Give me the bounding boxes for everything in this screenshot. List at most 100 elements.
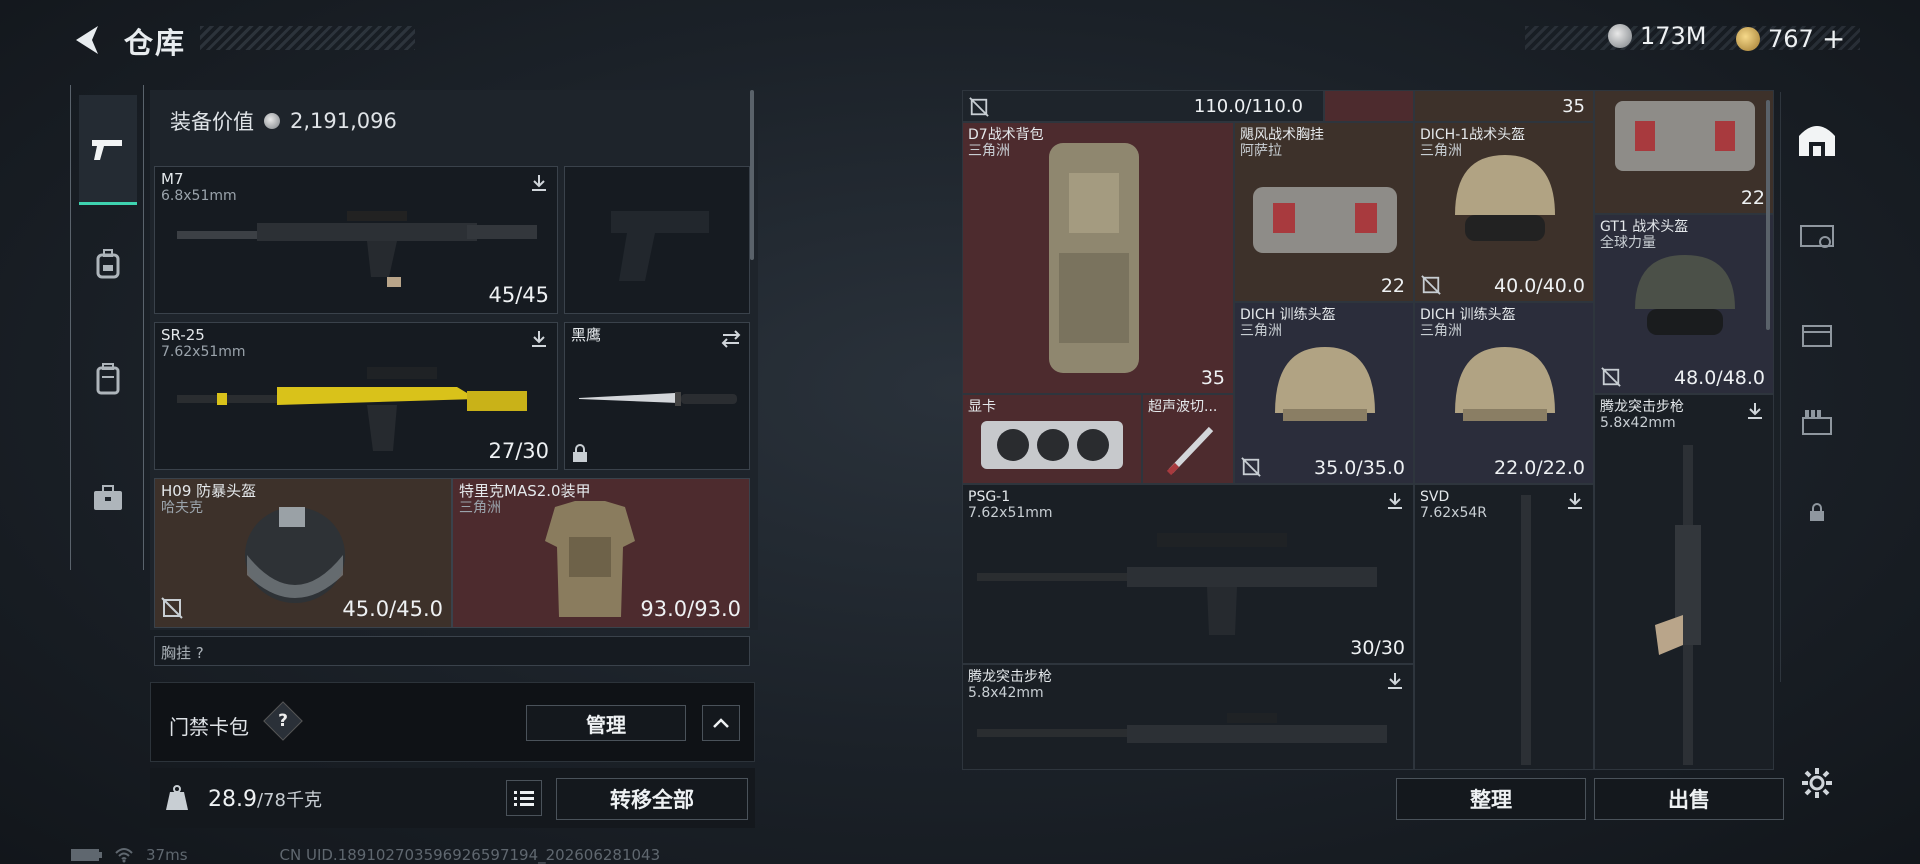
slot-count: 27/30 bbox=[488, 439, 549, 463]
item-count: 35 bbox=[1200, 367, 1225, 389]
no-repair-icon bbox=[1601, 367, 1621, 387]
storage-item-rifle-tenglong[interactable]: 腾龙突击步枪 5.8x42mm bbox=[962, 664, 1414, 770]
pistol-icon bbox=[92, 139, 122, 160]
currency-gold[interactable]: 767 + bbox=[1736, 22, 1845, 55]
help-text: ? bbox=[278, 711, 288, 731]
storage-item-helmet-training-2[interactable]: DICH 训练头盔 三角洲 22.0/22.0 bbox=[1414, 302, 1594, 484]
lock-icon bbox=[573, 444, 587, 462]
slot-melee[interactable]: 黑鹰 bbox=[564, 322, 750, 470]
storage-item-rifle-tenglong-vertical[interactable]: 腾龙突击步枪 5.8x42mm bbox=[1594, 394, 1774, 770]
collapse-button[interactable] bbox=[702, 705, 740, 741]
slot-count: 45/45 bbox=[488, 283, 549, 307]
slot-count: 45.0/45.0 bbox=[342, 597, 443, 621]
manage-button[interactable]: 管理 bbox=[526, 705, 686, 741]
swap-icon[interactable] bbox=[721, 329, 741, 349]
item-name: GT1 战术头盔 bbox=[1600, 219, 1689, 235]
add-currency-button[interactable]: + bbox=[1822, 22, 1845, 55]
helmet-image bbox=[1635, 255, 1735, 335]
slot-sub: 三角洲 bbox=[459, 500, 501, 516]
item-sub: 5.8x42mm bbox=[1600, 415, 1676, 431]
slot-secondary-weapon[interactable]: SR-25 7.62x51mm 27/30 bbox=[154, 322, 558, 470]
item-name: D7战术背包 bbox=[968, 127, 1044, 143]
nav-locker[interactable] bbox=[79, 350, 137, 408]
storage-scrollbar[interactable] bbox=[1766, 100, 1770, 330]
item-name: 显卡 bbox=[968, 399, 996, 415]
slot-pistol-empty[interactable] bbox=[564, 166, 750, 314]
ping-value: 37ms bbox=[146, 846, 188, 864]
weight-current: 28.9 bbox=[208, 787, 257, 812]
back-arrow-icon[interactable] bbox=[70, 22, 106, 58]
weight-kg-icon bbox=[166, 785, 188, 810]
download-icon[interactable] bbox=[1745, 401, 1765, 421]
download-icon[interactable] bbox=[1385, 491, 1405, 511]
currency-gold-value: 767 bbox=[1768, 24, 1814, 53]
slot-chest-rig[interactable]: 胸挂 ? bbox=[154, 636, 750, 666]
sidebar-tab-locked[interactable] bbox=[1795, 490, 1839, 534]
weight-value: 28.9/78千克 bbox=[208, 786, 322, 812]
storage-top-item[interactable]: 110.0/110.0 bbox=[962, 90, 1324, 122]
slot-armor[interactable]: 特里克MAS2.0装甲 三角洲 93.0/93.0 bbox=[452, 478, 750, 628]
slot-primary-weapon[interactable]: M7 6.8x51mm 45/45 bbox=[154, 166, 558, 314]
item-name: 腾龙突击步枪 bbox=[968, 669, 1052, 685]
nav-weapons[interactable] bbox=[79, 95, 137, 205]
pistol-placeholder-icon bbox=[611, 211, 709, 281]
card-pack-label: 门禁卡包 bbox=[169, 715, 249, 739]
list-icon bbox=[514, 791, 534, 806]
slot-name: 胸挂 ? bbox=[161, 644, 204, 662]
storage-item-rig-2[interactable]: 22 bbox=[1594, 90, 1774, 214]
help-icon[interactable]: ? bbox=[263, 701, 303, 741]
helmet-image bbox=[1275, 347, 1375, 421]
helmet-image bbox=[1455, 155, 1555, 241]
storage-item-cutter[interactable]: 超声波切... bbox=[1142, 394, 1234, 484]
briefcase-icon bbox=[94, 485, 122, 510]
download-icon[interactable] bbox=[1385, 671, 1405, 691]
download-icon[interactable] bbox=[529, 173, 549, 193]
no-repair-icon bbox=[161, 597, 183, 619]
sort-button[interactable]: 整理 bbox=[1396, 778, 1586, 820]
sidebar-tab-weapons[interactable] bbox=[1795, 214, 1839, 258]
gold-coin-icon bbox=[1736, 26, 1760, 51]
top-bar: 仓库 173M 767 + bbox=[0, 0, 1920, 80]
item-name: SVD bbox=[1420, 489, 1450, 505]
sidebar-tab-gear[interactable] bbox=[1795, 312, 1839, 356]
list-view-button[interactable] bbox=[506, 780, 542, 816]
storage-item-rifle-psg1[interactable]: PSG-1 7.62x51mm 30/30 bbox=[962, 484, 1414, 664]
sidebar-storage-all[interactable] bbox=[1795, 118, 1839, 162]
storage-top-item-red[interactable] bbox=[1324, 90, 1414, 122]
nav-backpack[interactable] bbox=[79, 235, 137, 293]
sell-button[interactable]: 出售 bbox=[1594, 778, 1784, 820]
silver-coin-icon bbox=[1608, 24, 1632, 48]
storage-item-helmet-training-1[interactable]: DICH 训练头盔 三角洲 35.0/35.0 bbox=[1234, 302, 1414, 484]
slot-name: 黑鹰 bbox=[571, 326, 602, 344]
loadout-scrollbar[interactable] bbox=[750, 90, 754, 260]
transfer-all-button[interactable]: 转移全部 bbox=[556, 778, 748, 820]
slot-name: M7 bbox=[161, 170, 184, 188]
transfer-all-label: 转移全部 bbox=[610, 788, 694, 812]
download-icon[interactable] bbox=[529, 329, 549, 349]
sidebar-tab-ammo[interactable] bbox=[1795, 400, 1839, 444]
no-repair-icon bbox=[1421, 275, 1441, 295]
storage-item-rifle-svd[interactable]: SVD 7.62x54R bbox=[1414, 484, 1594, 770]
slot-name: SR-25 bbox=[161, 326, 205, 344]
item-name: DICH 训练头盔 bbox=[1240, 307, 1336, 323]
backpack-icon bbox=[96, 249, 120, 279]
storage-top-item-brown[interactable]: 35 bbox=[1414, 90, 1594, 122]
storage-item-backpack[interactable]: D7战术背包 三角洲 35 bbox=[962, 122, 1234, 394]
nav-case[interactable] bbox=[79, 469, 137, 527]
storage-item-chest-rig[interactable]: 飓风战术胸挂 阿萨拉 22 bbox=[1234, 122, 1414, 302]
helmet-image bbox=[1455, 347, 1555, 421]
slot-count: 93.0/93.0 bbox=[640, 597, 741, 621]
silver-coin-icon bbox=[264, 113, 280, 129]
download-icon[interactable] bbox=[1565, 491, 1585, 511]
item-name: 腾龙突击步枪 bbox=[1600, 399, 1684, 415]
storage-item-helmet-gt1[interactable]: GT1 战术头盔 全球力量 48.0/48.0 bbox=[1594, 214, 1774, 394]
storage-item-gpu[interactable]: 显卡 bbox=[962, 394, 1142, 484]
item-count: 22 bbox=[1380, 275, 1405, 297]
gear-box-icon bbox=[1802, 325, 1832, 347]
lock-icon bbox=[1810, 503, 1824, 521]
settings-gear-icon[interactable] bbox=[1800, 766, 1834, 800]
item-name: 飓风战术胸挂 bbox=[1240, 127, 1324, 143]
storage-item-helmet-dich1[interactable]: DICH-1战术头盔 三角洲 40.0/40.0 bbox=[1414, 122, 1594, 302]
slot-helmet[interactable]: H09 防暴头盔 哈夫克 45.0/45.0 bbox=[154, 478, 452, 628]
item-name: DICH-1战术头盔 bbox=[1420, 127, 1526, 143]
